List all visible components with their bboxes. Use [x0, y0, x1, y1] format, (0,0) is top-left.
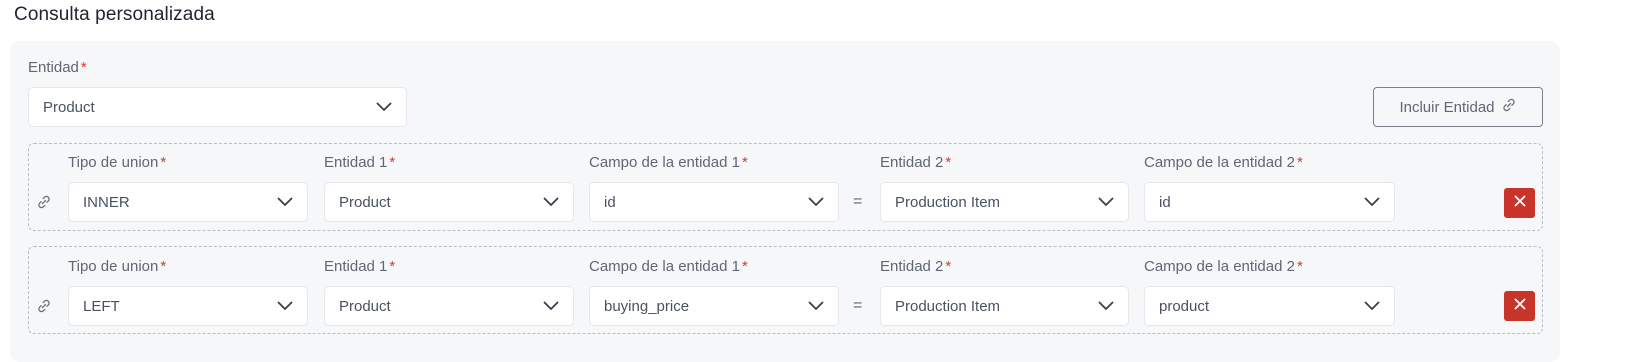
- field1-value: id: [604, 193, 616, 211]
- entity1-label: Entidad 1 *: [324, 154, 396, 171]
- link-icon: [36, 298, 52, 314]
- entity-select[interactable]: Product: [28, 87, 407, 127]
- chevron-down-icon: [1364, 301, 1380, 311]
- entity2-label: Entidad 2 *: [880, 154, 952, 171]
- equals-sign: =: [853, 297, 863, 314]
- include-entity-button[interactable]: Incluir Entidad: [1373, 87, 1543, 127]
- field2-select[interactable]: id: [1144, 182, 1395, 222]
- entity2-value: Production Item: [895, 297, 1001, 315]
- entity2-value: Production Item: [895, 193, 1001, 211]
- close-icon: [1514, 297, 1526, 315]
- entity1-value: Product: [339, 297, 391, 315]
- link-icon: [1501, 97, 1517, 117]
- required-mark: *: [80, 59, 87, 76]
- chevron-down-icon: [277, 301, 293, 311]
- page-title: Consulta personalizada: [14, 4, 215, 25]
- join-type-select[interactable]: LEFT: [68, 286, 308, 326]
- equals-sign: =: [853, 193, 863, 210]
- entity2-select[interactable]: Production Item: [880, 286, 1129, 326]
- entity2-label: Entidad 2 *: [880, 258, 952, 275]
- chevron-down-icon: [543, 197, 559, 207]
- field2-value: product: [1159, 297, 1210, 315]
- chevron-down-icon: [1098, 301, 1114, 311]
- field2-label: Campo de la entidad 2 *: [1144, 154, 1303, 171]
- field2-select[interactable]: product: [1144, 286, 1395, 326]
- join-type-label: Tipo de union *: [68, 154, 167, 171]
- delete-join-button[interactable]: [1504, 291, 1535, 321]
- field1-label: Campo de la entidad 1 *: [589, 154, 748, 171]
- join-type-label: Tipo de union *: [68, 258, 167, 275]
- field1-label: Campo de la entidad 1 *: [589, 258, 748, 275]
- field1-select[interactable]: id: [589, 182, 839, 222]
- field1-select[interactable]: buying_price: [589, 286, 839, 326]
- chevron-down-icon: [808, 301, 824, 311]
- entity2-select[interactable]: Production Item: [880, 182, 1129, 222]
- chevron-down-icon: [376, 102, 392, 112]
- entity1-label: Entidad 1 *: [324, 258, 396, 275]
- delete-join-button[interactable]: [1504, 188, 1535, 218]
- entity1-select[interactable]: Product: [324, 182, 574, 222]
- entity-select-value: Product: [43, 98, 95, 116]
- join-type-value: LEFT: [83, 297, 120, 315]
- chevron-down-icon: [543, 301, 559, 311]
- field2-value: id: [1159, 193, 1171, 211]
- include-entity-label: Incluir Entidad: [1399, 98, 1495, 116]
- join-type-value: INNER: [83, 193, 130, 211]
- close-icon: [1514, 194, 1526, 212]
- entity-label: Entidad *: [28, 59, 87, 76]
- join-type-select[interactable]: INNER: [68, 182, 308, 222]
- link-icon: [36, 194, 52, 210]
- field2-label: Campo de la entidad 2 *: [1144, 258, 1303, 275]
- entity1-select[interactable]: Product: [324, 286, 574, 326]
- chevron-down-icon: [808, 197, 824, 207]
- entity1-value: Product: [339, 193, 391, 211]
- entity-label-text: Entidad: [28, 59, 79, 76]
- chevron-down-icon: [1364, 197, 1380, 207]
- chevron-down-icon: [1098, 197, 1114, 207]
- chevron-down-icon: [277, 197, 293, 207]
- field1-value: buying_price: [604, 297, 690, 315]
